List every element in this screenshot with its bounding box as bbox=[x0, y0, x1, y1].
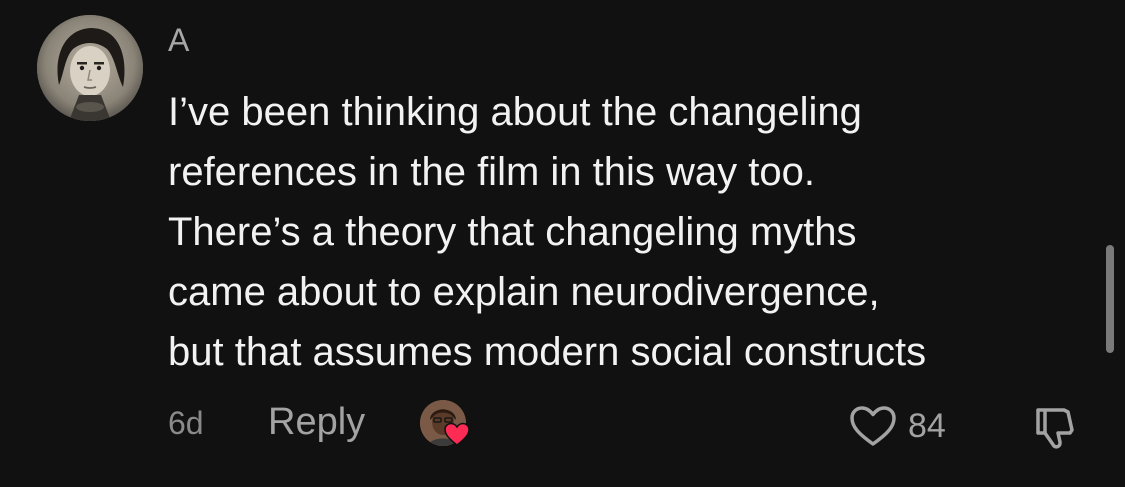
creator-liked-badge bbox=[420, 400, 472, 452]
comment-timestamp: 6d bbox=[168, 405, 204, 441]
comment-item: A I’ve been thinking about the changelin… bbox=[0, 0, 1125, 487]
comment-text-line: came about to explain neurodivergence, bbox=[168, 270, 880, 314]
reply-button[interactable]: Reply bbox=[268, 401, 365, 444]
heart-outline-icon bbox=[850, 406, 896, 446]
comment-text-line: but that assumes modern social construct… bbox=[168, 330, 927, 374]
like-count: 84 bbox=[908, 406, 946, 445]
portrait-image bbox=[37, 15, 143, 121]
heart-filled-icon bbox=[444, 422, 470, 446]
comment-text-line: There’s a theory that changeling myths bbox=[168, 210, 857, 254]
comment-text-line: I’ve been thinking about the changeling bbox=[168, 90, 862, 134]
dislike-button[interactable] bbox=[1028, 402, 1078, 452]
user-avatar[interactable] bbox=[37, 15, 143, 121]
scrollbar-thumb[interactable] bbox=[1106, 245, 1114, 353]
like-button[interactable]: 84 bbox=[848, 404, 946, 448]
comment-text: I’ve been thinking about the changeling … bbox=[168, 82, 1098, 382]
comment-username[interactable]: A bbox=[168, 22, 190, 59]
thumbs-down-icon bbox=[1036, 408, 1074, 449]
comment-text-line: references in the film in this way too. bbox=[168, 150, 815, 194]
